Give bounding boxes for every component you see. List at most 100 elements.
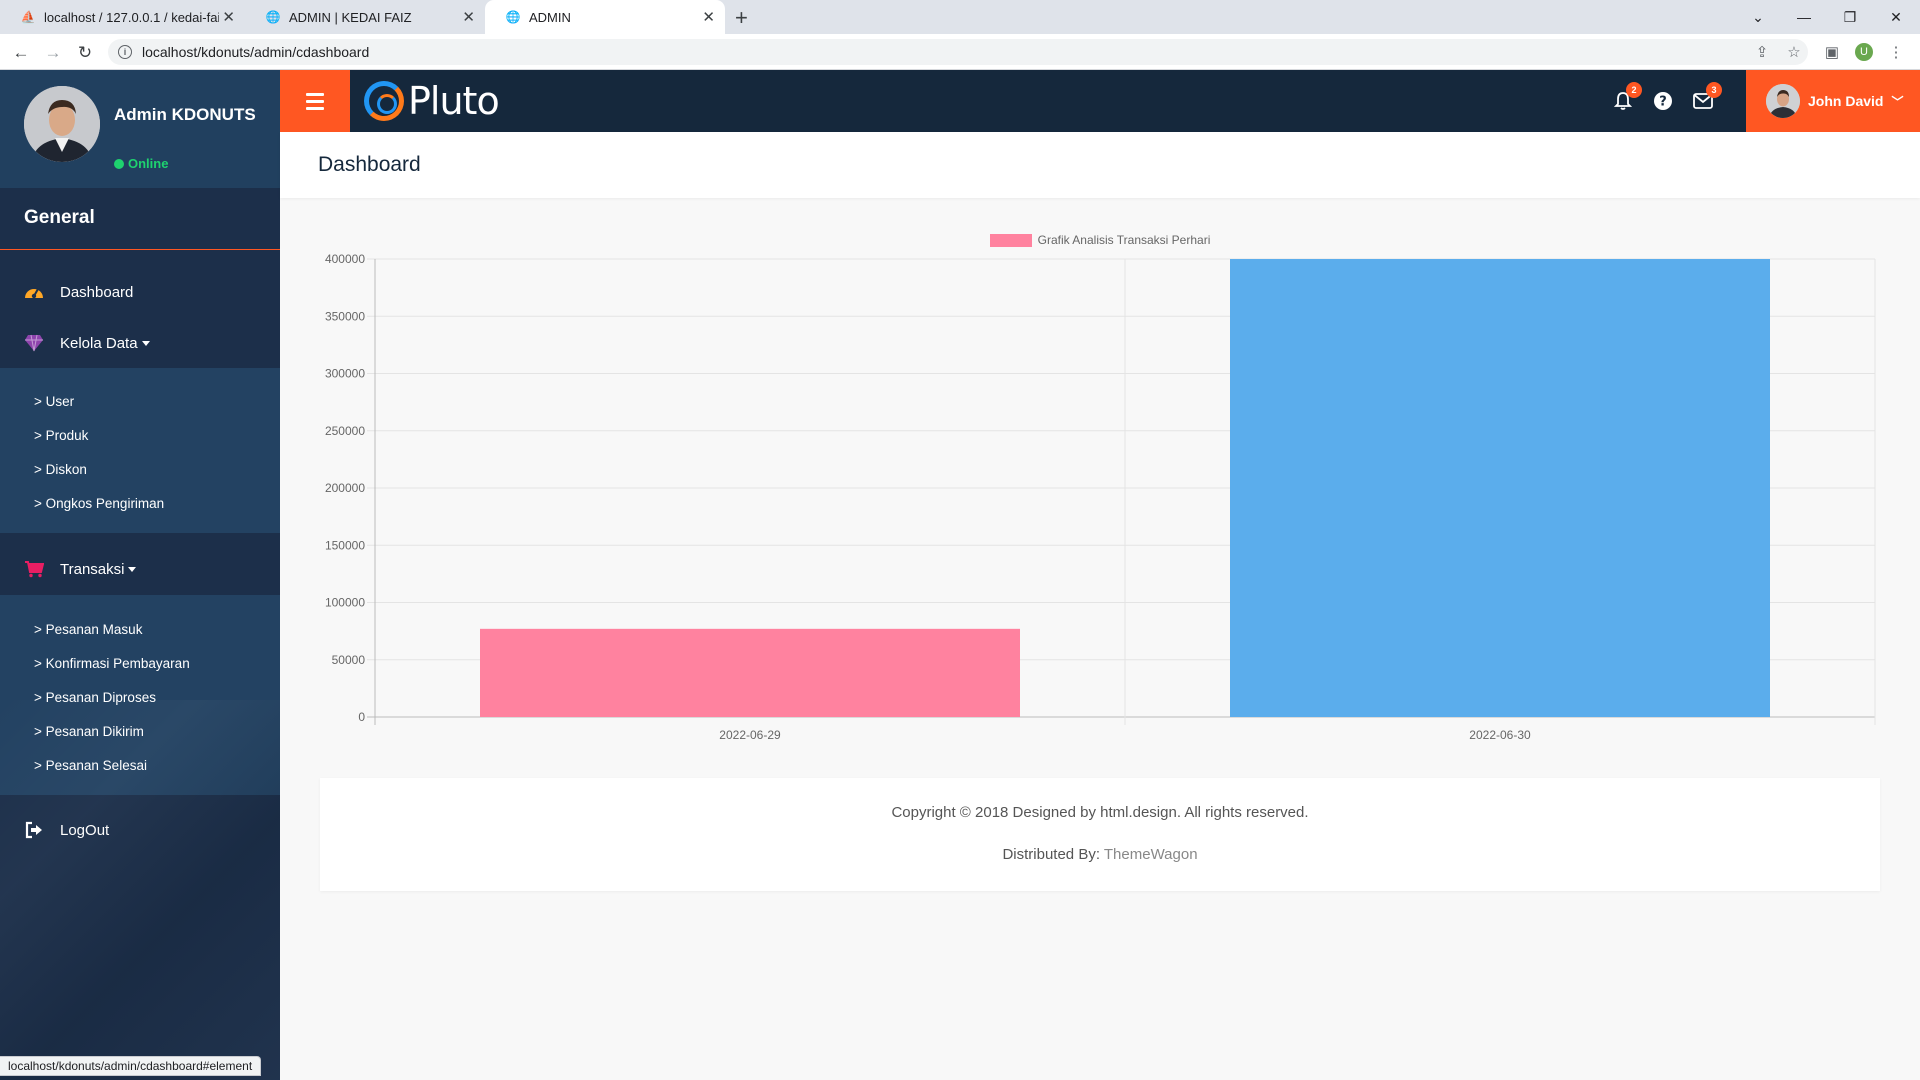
y-tick-label: 100000	[325, 596, 365, 610]
close-window-icon[interactable]: ✕	[1874, 0, 1918, 34]
footer: Copyright © 2018 Designed by html.design…	[320, 778, 1880, 891]
sidebar-item-kelola-data[interactable]: Kelola Data	[0, 318, 280, 368]
user-status: Online	[114, 156, 168, 171]
chart-bar	[1230, 259, 1770, 717]
transaction-chart: Grafik Analisis Transaksi Perhari 400000…	[310, 225, 1890, 755]
y-tick-label: 250000	[325, 424, 365, 438]
diamond-icon	[24, 333, 44, 353]
tab-label: localhost / 127.0.0.1 / kedai-faiz /	[44, 9, 219, 25]
bookmark-star-icon[interactable]: ☆	[1782, 40, 1806, 64]
distributed-prefix: Distributed By:	[1002, 846, 1104, 863]
sidebar-user-panel: Admin KDONUTS Online	[0, 70, 280, 188]
kebab-menu-icon[interactable]: ⋮	[1884, 40, 1908, 64]
y-tick-label: 50000	[332, 653, 366, 667]
page-header: Dashboard	[280, 132, 1920, 198]
cart-icon	[24, 559, 44, 579]
hamburger-icon	[306, 92, 324, 96]
submenu-item-pesanan-selesai[interactable]: > Pesanan Selesai	[34, 758, 147, 773]
user-avatar	[1766, 84, 1800, 118]
caret-down-icon	[141, 341, 150, 347]
browser-tab-admin[interactable]: 🌐 ADMIN ✕	[485, 0, 725, 34]
sidebar-section-title: General	[0, 188, 280, 250]
messages-envelope-icon[interactable]: 3	[1690, 82, 1722, 114]
y-tick-label: 0	[358, 710, 365, 724]
share-icon[interactable]: ⇪	[1750, 40, 1774, 64]
submenu-item-ongkos[interactable]: > Ongkos Pengiriman	[34, 496, 164, 511]
page-title: Dashboard	[318, 153, 421, 176]
globe-icon: 🌐	[265, 10, 281, 24]
svg-text:?: ?	[1659, 95, 1667, 110]
y-tick-label: 300000	[325, 367, 365, 381]
copyright-text: Copyright © 2018 Designed by html.design…	[891, 804, 1309, 821]
brand-name: Pluto	[408, 79, 500, 123]
notifications-badge: 2	[1626, 82, 1642, 98]
back-icon[interactable]: ←	[8, 40, 34, 66]
status-label: Online	[128, 156, 169, 171]
forward-icon[interactable]: →	[40, 40, 66, 66]
avatar	[24, 86, 100, 162]
brand-logo[interactable]: Pluto	[364, 78, 500, 124]
distributed-by: Distributed By: ThemeWagon	[320, 846, 1880, 863]
browser-tab-phpmyadmin[interactable]: ⛵ localhost / 127.0.0.1 / kedai-faiz / ✕	[0, 0, 245, 34]
top-header: Pluto 2 ? 3 John David ﹀	[280, 70, 1920, 132]
user-name: Admin KDONUTS	[114, 105, 256, 124]
pluto-logo-icon	[364, 81, 404, 121]
submenu-item-pesanan-diproses[interactable]: > Pesanan Diproses	[34, 690, 156, 705]
globe-icon: 🌐	[505, 10, 521, 24]
browser-status-url: localhost/kdonuts/admin/cdashboard#eleme…	[0, 1056, 262, 1076]
sidebar-toggle-button[interactable]	[280, 70, 350, 132]
profile-initial: U	[1855, 43, 1873, 61]
sidebar-item-label: Kelola Data	[60, 335, 150, 352]
minimize-icon[interactable]: —	[1782, 0, 1826, 34]
x-tick-label: 2022-06-30	[1469, 728, 1531, 742]
url-field[interactable]: i localhost/kdonuts/admin/cdashboard	[108, 39, 1808, 65]
tab-label: ADMIN | KEDAI FAIZ	[289, 9, 412, 25]
profile-avatar[interactable]: U	[1852, 40, 1876, 64]
close-tab-icon[interactable]: ✕	[222, 8, 235, 26]
sidebar-item-label: Transaksi	[60, 561, 137, 578]
submenu-item-pesanan-dikirim[interactable]: > Pesanan Dikirim	[34, 724, 144, 739]
notifications-bell-icon[interactable]: 2	[1610, 82, 1642, 114]
x-tick-label: 2022-06-29	[719, 728, 781, 742]
phpmyadmin-icon: ⛵	[20, 10, 36, 24]
y-tick-label: 350000	[325, 309, 365, 323]
close-tab-icon[interactable]: ✕	[462, 8, 475, 26]
browser-tab-admin-kedai[interactable]: 🌐 ADMIN | KEDAI FAIZ ✕	[245, 0, 485, 34]
y-tick-label: 200000	[325, 481, 365, 495]
y-tick-label: 400000	[325, 252, 365, 266]
sidebar-item-logout[interactable]: LogOut	[0, 805, 280, 855]
user-menu-name: John David	[1808, 93, 1884, 109]
reload-icon[interactable]: ↻	[72, 40, 98, 66]
submenu-item-diskon[interactable]: > Diskon	[34, 462, 87, 477]
submenu-item-produk[interactable]: > Produk	[34, 428, 88, 443]
browser-tab-bar: ⛵ localhost / 127.0.0.1 / kedai-faiz / ✕…	[0, 0, 1920, 34]
logout-icon	[24, 820, 44, 840]
close-tab-icon[interactable]: ✕	[702, 8, 715, 26]
chart-canvas: 400000 350000 300000 250000 200000 150000 1000…	[325, 252, 1876, 742]
user-menu-button[interactable]: John David ﹀	[1746, 70, 1920, 132]
help-icon[interactable]: ?	[1650, 88, 1676, 114]
sidebar-item-transaksi[interactable]: Transaksi	[0, 544, 280, 594]
chevron-down-icon: ﹀	[1891, 94, 1904, 109]
themewagon-link[interactable]: ThemeWagon	[1104, 846, 1198, 863]
tab-search-icon[interactable]: ⌄	[1736, 0, 1780, 34]
y-tick-label: 150000	[325, 538, 365, 552]
section-title-text: General	[24, 207, 95, 228]
submenu-item-user[interactable]: > User	[34, 394, 74, 409]
sidebar-item-label: Dashboard	[60, 283, 134, 301]
site-info-icon[interactable]: i	[118, 45, 132, 59]
kelola-data-submenu: > User > Produk > Diskon > Ongkos Pengir…	[0, 368, 280, 533]
submenu-item-pesanan-masuk[interactable]: > Pesanan Masuk	[34, 622, 142, 637]
online-dot-icon	[114, 158, 124, 169]
side-panel-icon[interactable]: ▣	[1820, 40, 1844, 64]
restore-icon[interactable]: ❐	[1828, 0, 1872, 34]
sidebar: Admin KDONUTS Online General Dashboard K…	[0, 70, 280, 1080]
new-tab-icon[interactable]: +	[735, 5, 748, 31]
sidebar-item-dashboard[interactable]: Dashboard	[0, 267, 280, 317]
caret-down-icon	[128, 567, 137, 573]
chart-bar	[480, 628, 1020, 717]
submenu-item-konfirmasi-pembayaran[interactable]: > Konfirmasi Pembayaran	[34, 656, 190, 671]
dashboard-icon	[24, 282, 44, 302]
messages-badge: 3	[1706, 82, 1722, 98]
transaksi-submenu: > Pesanan Masuk > Konfirmasi Pembayaran …	[0, 595, 280, 795]
